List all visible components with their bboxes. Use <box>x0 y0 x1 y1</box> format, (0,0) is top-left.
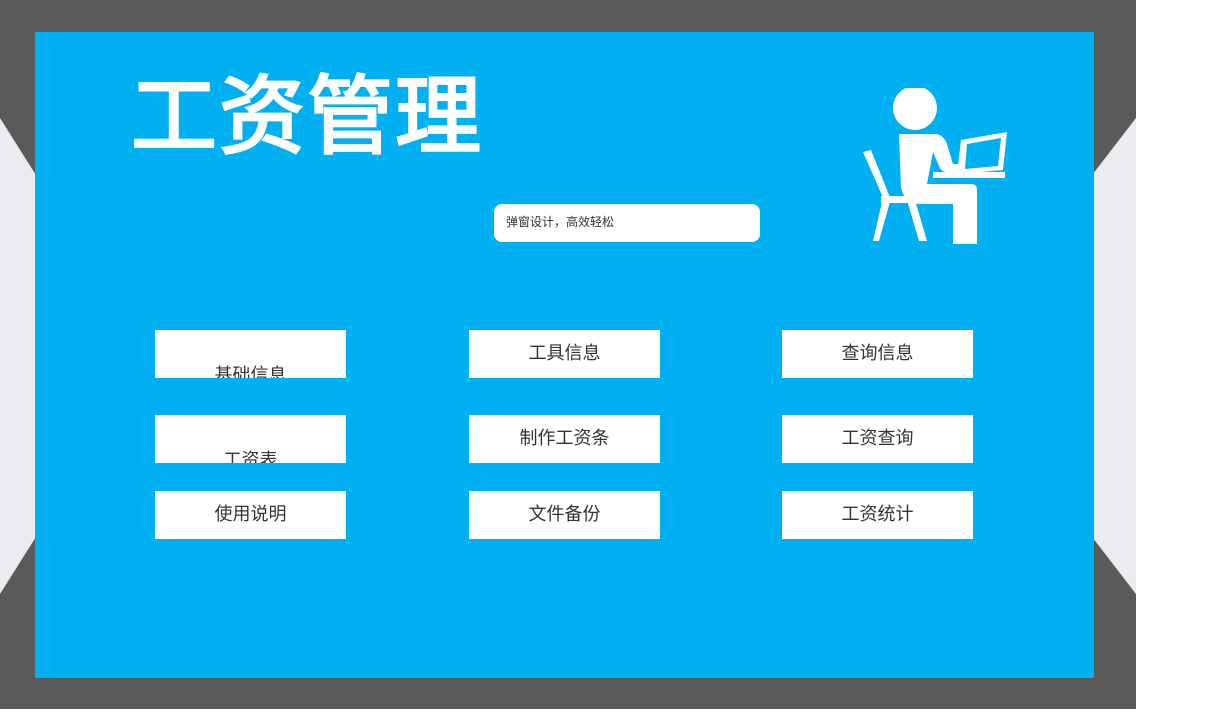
button-label: 工资统计 <box>841 504 914 525</box>
main-panel: 工资管理 弹窗设计，高效轻松 基础信息 工具信息 查询信息 工资表 制作工资条 … <box>35 32 1094 678</box>
button-label: 基础信息 <box>214 365 287 379</box>
button-label: 制作工资条 <box>519 428 610 449</box>
button-label: 查询信息 <box>841 343 914 364</box>
query-info-button[interactable]: 查询信息 <box>782 330 973 378</box>
file-backup-button[interactable]: 文件备份 <box>469 491 660 539</box>
subtitle-box: 弹窗设计，高效轻松 <box>494 204 760 242</box>
button-label: 使用说明 <box>214 504 287 525</box>
decorative-right-shape <box>1092 118 1136 594</box>
tool-info-button[interactable]: 工具信息 <box>469 330 660 378</box>
button-label: 工资查询 <box>841 428 914 449</box>
app-title: 工资管理 <box>131 66 483 167</box>
salary-query-button[interactable]: 工资查询 <box>782 415 973 463</box>
button-label: 工资表 <box>223 450 278 464</box>
instructions-button[interactable]: 使用说明 <box>155 491 346 539</box>
decorative-left-shape <box>0 118 36 594</box>
button-label: 文件备份 <box>528 504 601 525</box>
button-label: 工具信息 <box>528 343 601 364</box>
salary-sheet-button[interactable]: 工资表 <box>155 415 346 463</box>
window-frame: 工资管理 弹窗设计，高效轻松 基础信息 工具信息 查询信息 工资表 制作工资条 … <box>0 0 1136 709</box>
basic-info-button[interactable]: 基础信息 <box>155 330 346 378</box>
make-payslip-button[interactable]: 制作工资条 <box>469 415 660 463</box>
person-at-laptop-icon <box>863 88 1007 244</box>
salary-statistics-button[interactable]: 工资统计 <box>782 491 973 539</box>
